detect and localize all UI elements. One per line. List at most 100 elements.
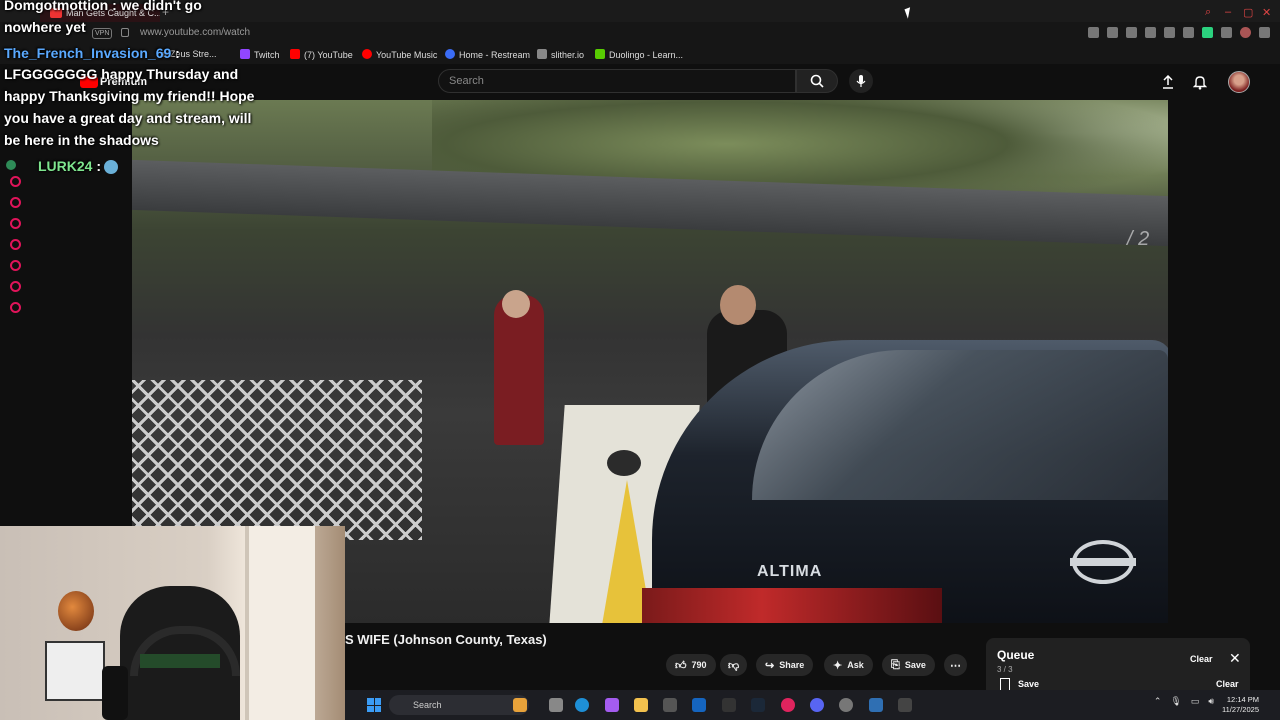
youtube-icon bbox=[290, 49, 300, 59]
notifications-button[interactable] bbox=[1191, 73, 1209, 91]
microphone-tray-icon[interactable]: 🎙︎ bbox=[1170, 696, 1181, 707]
video-frame-lattice bbox=[132, 380, 422, 540]
save-button[interactable]: ⎘ Save bbox=[882, 654, 935, 676]
url-field[interactable]: www.youtube.com/watch bbox=[140, 27, 250, 38]
chat-message: you have a great day and stream, will bbox=[4, 107, 251, 129]
queue-title: Queue bbox=[997, 648, 1035, 662]
twitch-social-icon[interactable] bbox=[10, 197, 21, 208]
bookmark-item-youtube[interactable]: (7) YouTube bbox=[290, 49, 353, 60]
like-count: 790 bbox=[691, 660, 707, 670]
upload-button[interactable] bbox=[1159, 73, 1177, 91]
microphone-icon bbox=[856, 75, 866, 87]
bookmark-item-twitch[interactable]: Twitch bbox=[240, 49, 280, 60]
lock-icon[interactable] bbox=[121, 28, 129, 37]
bookmark-item-duolingo[interactable]: Duolingo - Learn... bbox=[595, 49, 683, 60]
youtube-music-icon bbox=[362, 49, 372, 59]
slither-icon bbox=[537, 49, 547, 59]
steam-icon[interactable] bbox=[751, 698, 765, 712]
clock-date: 11/27/2025 bbox=[1222, 705, 1259, 714]
vpn-badge[interactable]: VPN bbox=[92, 28, 113, 39]
profile-icon[interactable] bbox=[1240, 27, 1251, 38]
menu-icon[interactable] bbox=[1259, 27, 1270, 38]
webcam-poster-moon bbox=[58, 591, 94, 631]
close-icon[interactable]: ✕ bbox=[1229, 650, 1241, 667]
bookmark-item-youtube-music[interactable]: YouTube Music bbox=[362, 49, 437, 60]
taskbar-clock[interactable]: 12:14 PM 11/27/2025 bbox=[1213, 695, 1259, 715]
search-tabs-icon[interactable]: ⌕ bbox=[1205, 6, 1211, 19]
share-label: Share bbox=[779, 660, 805, 670]
camera-icon[interactable] bbox=[10, 260, 21, 271]
snapshot-icon[interactable] bbox=[1107, 27, 1118, 38]
settings-app-icon[interactable] bbox=[869, 698, 883, 712]
play-icon[interactable] bbox=[1145, 27, 1156, 38]
voice-search-button[interactable] bbox=[849, 69, 873, 93]
search-box bbox=[438, 69, 796, 93]
minimize-icon[interactable]: – bbox=[1225, 6, 1231, 18]
more-actions-button[interactable]: ⋯ bbox=[944, 654, 967, 676]
more-icon: ⋯ bbox=[950, 659, 961, 672]
chat-text: you have a great day and stream, will bbox=[4, 110, 252, 126]
clock-icon[interactable] bbox=[10, 281, 21, 292]
task-view-icon[interactable] bbox=[549, 698, 563, 712]
avatar[interactable] bbox=[1228, 71, 1250, 93]
chat-message: LFGGGGGGG happy Thursday and bbox=[4, 63, 238, 85]
copilot-icon[interactable] bbox=[605, 698, 619, 712]
thumbs-down-icon: 👎︎ bbox=[728, 659, 740, 672]
store-icon[interactable] bbox=[663, 698, 677, 712]
queue-clear-button[interactable]: Clear bbox=[1190, 654, 1213, 664]
settings-icon[interactable] bbox=[10, 302, 21, 313]
clock-time: 12:14 PM bbox=[1226, 695, 1259, 704]
dislike-button[interactable]: 👎︎ bbox=[720, 654, 748, 676]
video-frame-taillight bbox=[642, 588, 942, 623]
network-icon[interactable]: ▭ bbox=[1191, 696, 1200, 707]
chat-text: be here in the shadows bbox=[4, 132, 159, 148]
thumbs-up-icon: 👍︎ bbox=[675, 659, 687, 672]
sidebar-icons bbox=[10, 176, 21, 313]
taskbar-app-icon[interactable] bbox=[513, 698, 527, 712]
edge-icon[interactable] bbox=[575, 698, 589, 712]
instagram-icon[interactable] bbox=[10, 176, 21, 187]
share-button[interactable]: ↪ Share bbox=[756, 654, 814, 676]
close-window-icon[interactable]: ✕ bbox=[1262, 6, 1271, 19]
share-icon: ↪ bbox=[765, 659, 775, 672]
extension-icons bbox=[1088, 27, 1270, 38]
chrome-icon[interactable] bbox=[839, 698, 853, 712]
queue-clear-secondary-button[interactable]: Clear bbox=[1216, 679, 1239, 689]
maximize-icon[interactable]: ▢ bbox=[1243, 6, 1253, 19]
search-button[interactable] bbox=[796, 69, 838, 93]
mail-icon[interactable] bbox=[692, 698, 706, 712]
x-social-icon[interactable] bbox=[10, 218, 21, 229]
webcam-poster-sketch bbox=[45, 641, 105, 701]
queue-panel: Queue 3 / 3 Clear ✕ Save Clear bbox=[986, 638, 1250, 698]
bookmark-item-slither[interactable]: slither.io bbox=[537, 49, 584, 60]
video-frame-person-red-head bbox=[502, 290, 530, 318]
heart-icon[interactable] bbox=[1164, 27, 1175, 38]
sparkle-icon: ✦ bbox=[833, 659, 843, 672]
discord-icon[interactable] bbox=[810, 698, 824, 712]
verified-badge-icon bbox=[6, 160, 16, 170]
search-input[interactable] bbox=[439, 70, 779, 92]
queue-save-button[interactable]: Save bbox=[1018, 679, 1039, 689]
bookmark-item-restream[interactable]: Home - Restream bbox=[445, 49, 530, 60]
obs-icon[interactable] bbox=[898, 698, 912, 712]
puzzle-icon[interactable] bbox=[1221, 27, 1232, 38]
download-icon[interactable] bbox=[1183, 27, 1194, 38]
shield-icon[interactable] bbox=[1126, 27, 1137, 38]
taskbar-search[interactable]: Search bbox=[389, 695, 529, 715]
ask-button[interactable]: ✦ Ask bbox=[824, 654, 873, 676]
chevron-up-icon[interactable]: ⌃ bbox=[1154, 696, 1162, 707]
windows-start-icon[interactable] bbox=[367, 698, 381, 712]
opera-gx-icon[interactable] bbox=[781, 698, 795, 712]
address-bar: VPN www.youtube.com/watch bbox=[0, 22, 1280, 44]
like-button[interactable]: 👍︎ 790 bbox=[666, 654, 716, 676]
search-icon bbox=[810, 74, 824, 88]
file-explorer-icon[interactable] bbox=[634, 698, 648, 712]
video-frame-person-black-head bbox=[720, 285, 756, 325]
chat-message: LURK24 : bbox=[38, 155, 101, 177]
video-title: S WIFE (Johnson County, Texas) bbox=[345, 632, 547, 647]
save-icon: ⎘ bbox=[891, 658, 900, 671]
capcut-icon[interactable] bbox=[722, 698, 736, 712]
record-icon[interactable] bbox=[10, 239, 21, 250]
extension-green-icon[interactable] bbox=[1202, 27, 1213, 38]
bookmark-page-icon[interactable] bbox=[1088, 27, 1099, 38]
